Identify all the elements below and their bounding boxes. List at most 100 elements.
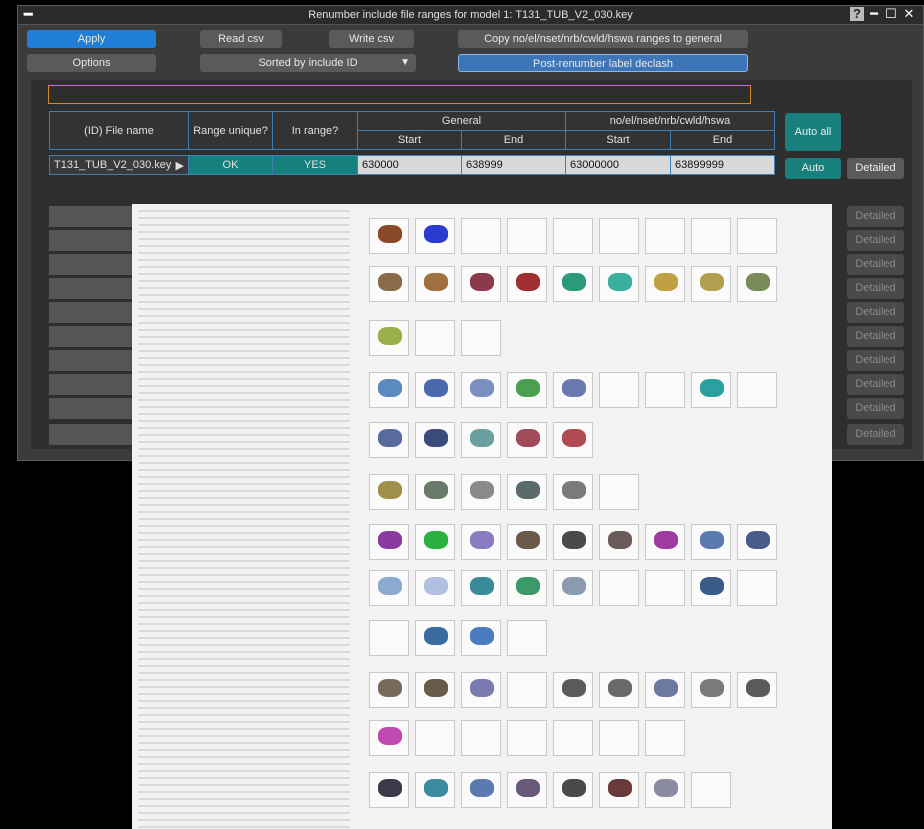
col-range-unique: Range unique? [188,111,273,150]
close-icon[interactable]: ✕ [902,7,916,21]
thumbnail [645,772,685,808]
sort-dropdown[interactable]: Sorted by include ID ▼ [200,54,416,72]
detailed-button-faded[interactable]: Detailed [847,350,904,371]
col-nodes-start: Start [565,130,671,150]
thumbnail [599,720,639,756]
row-placeholder [49,206,134,227]
copy-ranges-button[interactable]: Copy no/el/nset/nrb/cwld/hswa ranges to … [458,30,748,48]
thumbnail [415,266,455,302]
thumbnail [415,620,455,656]
thumbnail [691,772,731,808]
thumbnail [507,422,547,458]
thumbnail [507,672,547,708]
auto-button[interactable]: Auto [785,158,841,179]
thumbnail [415,720,455,756]
apply-button[interactable]: Apply [27,30,156,48]
post-renumber-declash-button[interactable]: Post-renumber label declash [458,54,748,72]
row-placeholder [49,374,134,395]
thumbnail [415,422,455,458]
thumbnail [507,720,547,756]
nodes-end-input[interactable]: 63899999 [670,155,775,175]
thumbnail [691,372,731,408]
col-in-range: In range? [272,111,358,150]
thumbnail [645,720,685,756]
thumbnail [415,218,455,254]
blurred-file-list [138,210,350,829]
thumbnail [737,266,777,302]
thumbnail [553,672,593,708]
thumbnail [461,266,501,302]
col-nodes: no/el/nset/nrb/cwld/hswa [565,111,775,131]
detailed-button-faded[interactable]: Detailed [847,326,904,347]
chevron-down-icon: ▼ [400,57,410,68]
thumbnail [369,672,409,708]
thumbnail [461,570,501,606]
thumbnail [507,570,547,606]
play-icon[interactable]: ▶ [176,159,184,172]
row-placeholder [49,254,134,275]
thumbnail [369,524,409,560]
thumbnail [461,524,501,560]
filter-input[interactable] [48,85,751,104]
detailed-button-faded[interactable]: Detailed [847,398,904,419]
file-name-cell[interactable]: T131_TUB_V2_030.key ▶ [49,155,189,175]
thumbnail [599,570,639,606]
maximize-icon[interactable]: ☐ [884,7,898,21]
thumbnail [599,772,639,808]
thumbnail [645,218,685,254]
thumbnail [461,620,501,656]
thumbnail [507,266,547,302]
row-placeholder [49,278,134,299]
detailed-button-faded[interactable]: Detailed [847,302,904,323]
thumbnail [415,570,455,606]
thumbnail [737,672,777,708]
thumbnail [415,320,455,356]
detailed-button-faded[interactable]: Detailed [847,374,904,395]
options-button[interactable]: Options [27,54,156,72]
thumbnail [369,320,409,356]
thumbnail [737,570,777,606]
thumbnail [599,372,639,408]
thumbnail [507,372,547,408]
col-nodes-end: End [670,130,775,150]
general-end-input[interactable]: 638999 [461,155,566,175]
detailed-button-faded[interactable]: Detailed [847,230,904,251]
detailed-button[interactable]: Detailed [847,158,904,179]
minimize-icon[interactable]: ━ [867,7,881,21]
nodes-start-input[interactable]: 63000000 [565,155,671,175]
table-row: T131_TUB_V2_030.key ▶ OK YES 630000 6389… [49,155,775,175]
detailed-button-faded[interactable]: Detailed [847,424,904,445]
thumbnail [737,218,777,254]
thumbnail [599,474,639,510]
detailed-button-faded[interactable]: Detailed [847,206,904,227]
detailed-button-faded[interactable]: Detailed [847,254,904,275]
thumbnail [599,218,639,254]
thumbnail [507,474,547,510]
thumbnail [461,720,501,756]
thumbnail [691,672,731,708]
thumbnail [415,772,455,808]
read-csv-button[interactable]: Read csv [200,30,282,48]
blurred-thumbnail-panel [132,204,832,829]
thumbnail [737,524,777,560]
thumbnail [369,620,409,656]
thumbnail [599,672,639,708]
thumbnail [369,422,409,458]
sort-label: Sorted by include ID [258,57,358,69]
thumbnail [507,524,547,560]
thumbnail [461,218,501,254]
auto-all-button[interactable]: Auto all [785,113,841,151]
range-unique-cell: OK [188,155,273,175]
thumbnail [507,218,547,254]
row-placeholder [49,302,134,323]
row-placeholder [49,326,134,347]
general-start-input[interactable]: 630000 [357,155,462,175]
write-csv-button[interactable]: Write csv [329,30,414,48]
detailed-button-faded[interactable]: Detailed [847,278,904,299]
thumbnail [369,474,409,510]
thumbnail [507,620,547,656]
thumbnail [691,524,731,560]
thumbnail [415,474,455,510]
help-icon[interactable]: ? [850,7,864,21]
ranges-table: (ID) File name Range unique? In range? G… [49,111,775,175]
